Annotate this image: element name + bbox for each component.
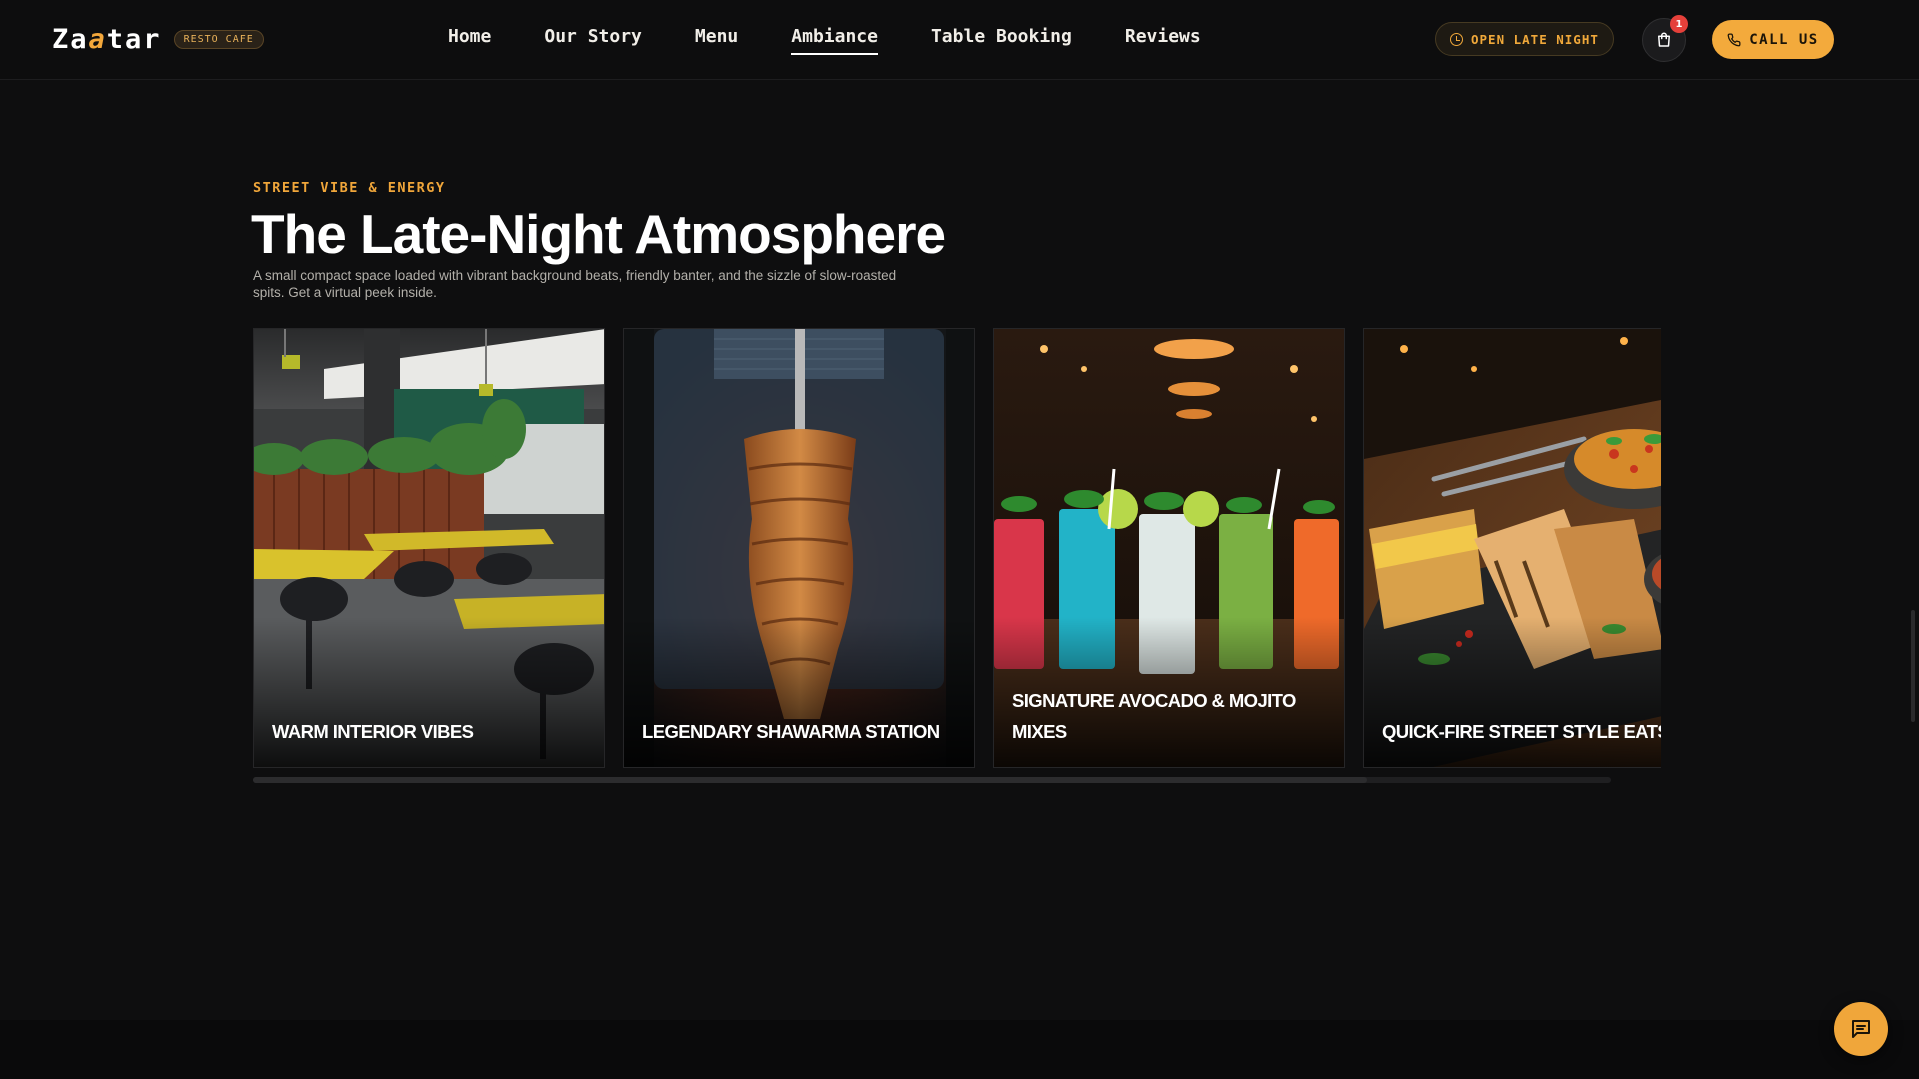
- nav-link-table-booking[interactable]: Table Booking: [931, 26, 1072, 55]
- gallery-scrollbar-thumb[interactable]: [253, 777, 1367, 783]
- gallery-card-interior[interactable]: WARM INTERIOR VIBES: [253, 328, 605, 768]
- section-description: A small compact space loaded with vibran…: [253, 268, 897, 300]
- call-us-button[interactable]: CALL US: [1712, 20, 1834, 59]
- chat-button[interactable]: [1834, 1002, 1888, 1056]
- gallery-scrollbar[interactable]: [253, 777, 1611, 783]
- section-title: The Late-Night Atmosphere: [251, 203, 946, 265]
- brand-logo[interactable]: Zaatar RESTO CAFE: [52, 24, 264, 55]
- clock-icon: [1450, 32, 1463, 46]
- main-nav: Home Our Story Menu Ambiance Table Booki…: [448, 26, 1254, 55]
- gallery-card-drinks[interactable]: SIGNATURE AVOCADO & MOJITO MIXES: [993, 328, 1345, 768]
- section-eyebrow: STREET VIBE & ENERGY: [253, 180, 446, 196]
- phone-icon: [1727, 33, 1741, 46]
- gallery-card-street-eats[interactable]: QUICK-FIRE STREET STYLE EATS: [1363, 328, 1661, 768]
- card-caption: LEGENDARY SHAWARMA STATION: [642, 721, 940, 742]
- open-late-night-label: OPEN LATE NIGHT: [1471, 31, 1599, 47]
- card-caption: QUICK-FIRE STREET STYLE EATS: [1382, 721, 1661, 742]
- gallery-card-shawarma[interactable]: LEGENDARY SHAWARMA STATION: [623, 328, 975, 768]
- call-us-label: CALL US: [1749, 31, 1819, 48]
- nav-link-our-story[interactable]: Our Story: [544, 26, 642, 55]
- page-scrollbar-thumb[interactable]: [1911, 610, 1915, 722]
- chat-icon: [1852, 1020, 1870, 1038]
- nav-link-reviews[interactable]: Reviews: [1125, 26, 1201, 55]
- nav-link-ambiance[interactable]: Ambiance: [791, 26, 878, 55]
- card-caption: WARM INTERIOR VIBES: [272, 721, 474, 742]
- top-navbar: Zaatar RESTO CAFE Home Our Story Menu Am…: [0, 0, 1919, 80]
- brand-badge: RESTO CAFE: [173, 30, 264, 49]
- footer-band: [0, 1020, 1919, 1079]
- cart-button[interactable]: 1: [1642, 15, 1688, 62]
- ambiance-gallery[interactable]: WARM INTERIOR VIBES LEGENDARY SHAWARMA S…: [253, 328, 1661, 768]
- open-late-night-badge: OPEN LATE NIGHT: [1435, 22, 1614, 56]
- shopping-bag-icon: [1658, 32, 1670, 47]
- nav-link-menu[interactable]: Menu: [695, 26, 738, 55]
- nav-link-home[interactable]: Home: [448, 26, 491, 55]
- card-caption: SIGNATURE AVOCADO & MOJITO MIXES: [1012, 690, 1296, 742]
- brand-name: Zaatar: [52, 24, 162, 55]
- cart-count-badge: 1: [1670, 15, 1688, 33]
